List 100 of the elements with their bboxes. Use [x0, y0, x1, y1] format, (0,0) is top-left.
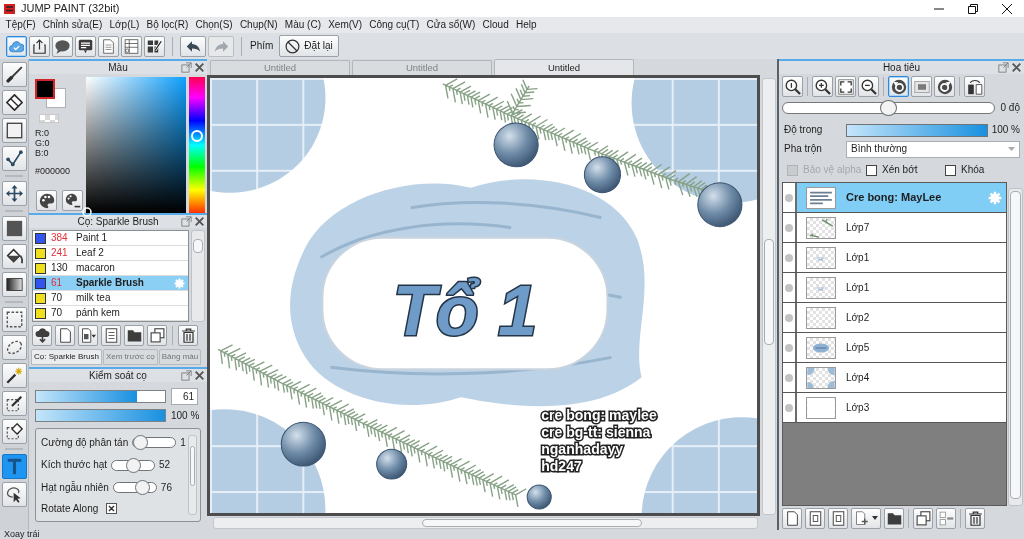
- brush-row[interactable]: 61 Sparkle Brush: [33, 276, 188, 291]
- layer-row[interactable]: Lớp2: [783, 303, 1006, 333]
- close-icon[interactable]: [194, 216, 205, 227]
- scrollbar-thumb[interactable]: [193, 239, 203, 253]
- delete-layer-button[interactable]: [965, 507, 985, 529]
- color-swatches-icon[interactable]: [35, 79, 66, 108]
- visibility-dot-icon[interactable]: [785, 283, 793, 292]
- scrollbar-thumb[interactable]: [1010, 191, 1021, 499]
- menu-item[interactable]: Tệp(F): [2, 17, 40, 33]
- close-icon[interactable]: [194, 62, 205, 73]
- document-tab[interactable]: Untitled: [494, 59, 634, 75]
- new-layer-button[interactable]: [782, 507, 802, 529]
- fill-tool-button[interactable]: [1, 216, 27, 241]
- share-button[interactable]: [29, 35, 50, 57]
- layer-row[interactable]: Lớp4: [783, 363, 1006, 393]
- menu-item[interactable]: Công cụ(T): [365, 17, 423, 33]
- scrollbar-thumb[interactable]: [422, 519, 642, 527]
- slider-thumb[interactable]: [126, 457, 142, 473]
- hue-slider[interactable]: [189, 77, 205, 213]
- brush-folder-button[interactable]: [124, 325, 144, 346]
- flip-button[interactable]: [964, 76, 985, 97]
- rectangle-tool-button[interactable]: [1, 118, 27, 143]
- visibility-dot-icon[interactable]: [785, 253, 793, 262]
- layer-row[interactable]: Lớp3: [783, 393, 1006, 423]
- size-field[interactable]: 61: [171, 388, 198, 405]
- menu-item[interactable]: Bộ lọc(R): [142, 17, 192, 33]
- menu-item[interactable]: Chỉnh sửa(E): [39, 17, 106, 33]
- menu-item[interactable]: Cloud: [479, 17, 513, 33]
- blend-mode-dropdown[interactable]: Bình thường: [846, 140, 1020, 158]
- move-tool-button[interactable]: [1, 181, 27, 206]
- menu-item[interactable]: Help: [512, 17, 541, 33]
- brush-row[interactable]: 384 Paint 1: [33, 231, 188, 246]
- selection-pen-button[interactable]: [1, 391, 27, 416]
- zoom-out-button[interactable]: [858, 76, 879, 97]
- rotate-right-button[interactable]: [934, 76, 955, 97]
- panel-tab[interactable]: Xem trước cọ: [102, 349, 158, 365]
- slider[interactable]: [112, 480, 157, 496]
- bucket-tool-button[interactable]: [1, 244, 27, 269]
- brush-menu-button[interactable]: [78, 325, 98, 346]
- vertical-scrollbar[interactable]: [191, 230, 205, 322]
- scrollbar-thumb[interactable]: [189, 446, 195, 486]
- visibility-dot-icon[interactable]: [785, 403, 793, 412]
- comment-button[interactable]: [75, 35, 96, 57]
- brush-row[interactable]: 70 pánh kem: [33, 306, 188, 321]
- rotation-slider[interactable]: [782, 100, 995, 116]
- layer-folder-button[interactable]: [884, 507, 904, 529]
- form-button[interactable]: [121, 35, 142, 57]
- menu-item[interactable]: Chọn(S): [191, 17, 237, 33]
- brush-row[interactable]: 70 milk tea: [33, 291, 188, 306]
- vertical-scrollbar[interactable]: [187, 435, 197, 515]
- scrollbar-thumb[interactable]: [764, 239, 774, 345]
- visibility-dot-icon[interactable]: [785, 343, 793, 352]
- layer-row[interactable]: Lớp5: [783, 333, 1006, 363]
- panel-tab[interactable]: Cọ: Sparkle Brush: [31, 349, 102, 365]
- checkbox[interactable]: [866, 164, 877, 176]
- layer-row[interactable]: Lớp1: [783, 273, 1006, 303]
- document-button[interactable]: [98, 35, 119, 57]
- text-tool-button[interactable]: [1, 454, 27, 479]
- palette-button[interactable]: [36, 190, 57, 211]
- hue-thumb[interactable]: [191, 130, 204, 143]
- vertical-scrollbar[interactable]: [762, 78, 776, 515]
- brush-settings-button[interactable]: [101, 325, 121, 346]
- checkbox[interactable]: [945, 164, 956, 176]
- undo-button[interactable]: [180, 35, 206, 57]
- vertical-scrollbar[interactable]: [1008, 188, 1023, 506]
- visibility-dot-icon[interactable]: [785, 373, 793, 382]
- actual-size-button[interactable]: [782, 76, 803, 97]
- duplicate-layer-button[interactable]: [913, 507, 933, 529]
- merge-layer-button[interactable]: [936, 507, 956, 529]
- transparent-swatch[interactable]: [39, 114, 59, 124]
- add-layer-button[interactable]: [851, 507, 881, 529]
- slider[interactable]: [111, 457, 156, 473]
- popout-icon[interactable]: [181, 370, 192, 381]
- horizontal-scrollbar[interactable]: [213, 517, 758, 529]
- size-bar[interactable]: [35, 390, 166, 403]
- layer-row[interactable]: Cre bong: MayLee: [783, 183, 1006, 213]
- eraser-tool-button[interactable]: [1, 90, 27, 115]
- gradient-tool-button[interactable]: [1, 272, 27, 297]
- polyline-tool-button[interactable]: [1, 146, 27, 171]
- lasso-select-button[interactable]: [1, 335, 27, 360]
- rectangle-select-button[interactable]: [1, 307, 27, 332]
- zoom-in-button[interactable]: [812, 76, 833, 97]
- delete-brush-button[interactable]: [178, 325, 198, 346]
- checkbox[interactable]: [106, 503, 118, 515]
- close-icon[interactable]: [194, 370, 205, 381]
- layer-row[interactable]: Lớp7: [783, 213, 1006, 243]
- opacity-bar[interactable]: [846, 123, 988, 137]
- new-brush-button[interactable]: [55, 325, 75, 346]
- popout-icon[interactable]: [181, 62, 192, 73]
- lasso-pointer-button[interactable]: [1, 482, 27, 507]
- duplicate-brush-button[interactable]: [147, 325, 167, 346]
- popout-icon[interactable]: [181, 216, 192, 227]
- palette-remove-button[interactable]: [62, 190, 83, 211]
- download-brush-button[interactable]: [32, 325, 52, 346]
- menu-item[interactable]: Chụp(N): [236, 17, 282, 33]
- visibility-dot-icon[interactable]: [785, 193, 793, 202]
- brush-row[interactable]: 241 Leaf 2: [33, 246, 188, 261]
- brush-tool-button[interactable]: [1, 62, 27, 87]
- opacity-bar[interactable]: [35, 409, 166, 422]
- magic-wand-button[interactable]: [1, 363, 27, 388]
